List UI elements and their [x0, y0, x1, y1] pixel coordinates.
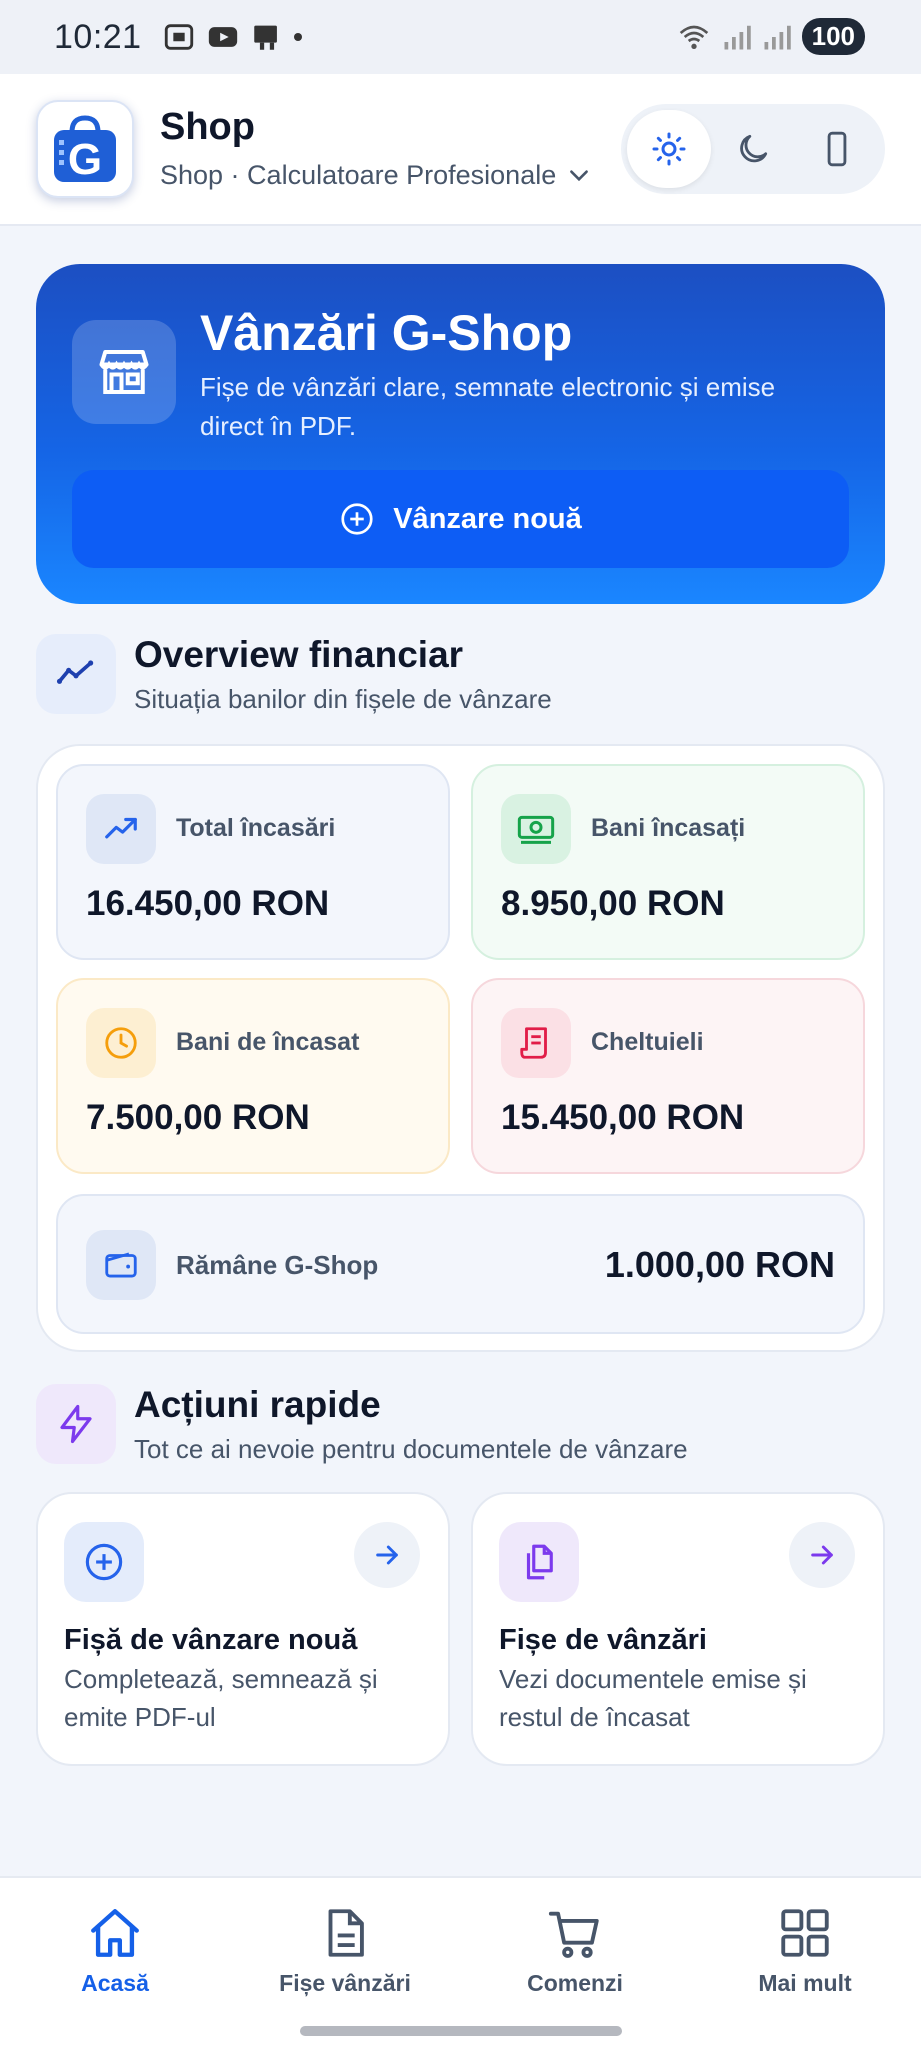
quick-action-icon-box: [64, 1522, 144, 1602]
nav-item-sale-sheets[interactable]: Fișe vânzări: [230, 1904, 460, 2014]
nav-label: Comenzi: [527, 1970, 623, 1996]
quick-action-arrow[interactable]: [354, 1522, 420, 1588]
theme-switch: [621, 104, 885, 194]
finance-card-value: 8.950,00 RON: [501, 884, 725, 923]
quick-action-sale-sheets[interactable]: Fișe de vânzări Vezi documentele emise ș…: [471, 1492, 885, 1766]
finance-remaining-value: 1.000,00 RON: [604, 1244, 835, 1285]
quick-actions-title: Acțiuni rapide: [134, 1384, 381, 1425]
finance-card-receivable[interactable]: Bani de încasat 7.500,00 RON: [56, 978, 450, 1174]
finance-card-remaining[interactable]: Rămâne G-Shop 1.000,00 RON: [56, 1194, 865, 1334]
finance-card-icon-box: [86, 1008, 156, 1078]
nav-label: Fișe vânzări: [279, 1970, 411, 1996]
grid-icon: [781, 1909, 829, 1957]
nav-item-orders[interactable]: Comenzi: [460, 1904, 690, 2014]
plus-circle-icon: [85, 1543, 123, 1581]
receipt-icon: [520, 1027, 547, 1059]
quick-actions-header: Acțiuni rapide Tot ce ai nevoie pentru d…: [36, 1384, 885, 1474]
files-icon: [526, 1544, 553, 1580]
plus-circle-icon: [341, 503, 373, 535]
quick-action-title: Fișe de vânzări: [499, 1624, 707, 1656]
trend-line-icon: [56, 660, 94, 684]
finance-card-value: 16.450,00 RON: [86, 884, 330, 923]
screenshot-icon: [164, 24, 193, 50]
finance-card-label: Cheltuieli: [591, 1028, 704, 1056]
quick-action-description: Completează, semnează și emite PDF-ul: [64, 1664, 378, 1732]
cart-icon: [548, 1911, 599, 1958]
finance-remaining-label: Rămâne G-Shop: [176, 1250, 379, 1280]
theme-dark-button[interactable]: [711, 110, 795, 188]
overview-title: Overview financiar: [134, 634, 464, 675]
overview-icon-box: [36, 634, 116, 714]
finance-card-label: Bani de încasat: [176, 1028, 360, 1056]
sun-icon: [652, 132, 686, 166]
nav-label: Mai mult: [758, 1970, 852, 1996]
hero-banner: Vânzări G-Shop Fișe de vânzări clare, se…: [36, 264, 885, 604]
finance-card-collected[interactable]: Bani încasați 8.950,00 RON: [471, 764, 865, 960]
youtube-icon: [208, 27, 237, 47]
document-icon: [328, 1909, 364, 1957]
finance-card-total[interactable]: Total încasări 16.450,00 RON: [56, 764, 450, 960]
store-icon: [99, 350, 149, 394]
quick-action-new-sale-sheet[interactable]: Fișă de vânzare nouă Completează, semnea…: [36, 1492, 450, 1766]
wifi-icon: [679, 25, 708, 49]
nav-label: Acasă: [81, 1970, 149, 1996]
app-header: G Shop Shop · Calculatoare Profesionale: [0, 74, 921, 226]
finance-card-expenses[interactable]: Cheltuieli 15.450,00 RON: [471, 978, 865, 1174]
shop-selector-label: Shop · Calculatoare Profesionale: [160, 160, 557, 190]
lightning-icon: [60, 1404, 92, 1444]
finance-card-label: Bani încasați: [591, 814, 746, 842]
new-sale-button[interactable]: Vânzare nouă: [72, 470, 849, 568]
overview-header: Overview financiar Situația banilor din …: [36, 634, 885, 724]
chevron-down-icon: [570, 169, 589, 181]
status-notification-icons: [162, 20, 284, 54]
theme-system-button[interactable]: [795, 110, 879, 188]
status-time: 10:21: [54, 17, 142, 56]
finance-card-label: Total încasări: [176, 814, 336, 842]
arrow-right-icon: [376, 1545, 398, 1565]
finance-card-value: 15.450,00 RON: [501, 1098, 745, 1137]
hero-icon-box: [72, 320, 176, 424]
battery-indicator: 100: [801, 18, 865, 55]
quick-action-icon-box: [499, 1522, 579, 1602]
finance-card-value: 7.500,00 RON: [86, 1098, 310, 1137]
status-bar: 10:21 100: [0, 0, 921, 74]
moon-icon: [740, 134, 768, 163]
app-title: Shop: [160, 106, 255, 148]
status-right-icons: 100: [676, 18, 865, 55]
quick-action-description: Vezi documentele emise și restul de înca…: [499, 1664, 807, 1732]
hero-description: Fișe de vânzări clare, semnate electroni…: [200, 372, 776, 441]
finance-card-icon-box: [501, 794, 571, 864]
finance-card-icon-box: [86, 794, 156, 864]
hero-title: Vânzări G-Shop: [200, 305, 573, 361]
banknote-icon: [517, 815, 555, 844]
shop-logo-icon: G: [54, 115, 116, 184]
quick-action-arrow[interactable]: [789, 1522, 855, 1588]
finance-card-icon-box: [86, 1230, 156, 1300]
clock-icon: [105, 1027, 137, 1059]
quick-action-title: Fișă de vânzare nouă: [64, 1624, 358, 1656]
nav-item-more[interactable]: Mai mult: [690, 1904, 920, 2014]
app-logo: G: [36, 100, 134, 198]
home-indicator[interactable]: [300, 2026, 622, 2036]
overview-subtitle: Situația banilor din fișele de vânzare: [134, 684, 552, 714]
new-sale-button-label: Vânzare nouă: [393, 502, 582, 535]
status-dot: [293, 33, 302, 41]
bottom-navigation: Acasă Fișe vânzări Comenzi Mai mult: [0, 1876, 921, 2048]
shop-selector[interactable]: Shop · Calculatoare Profesionale: [160, 160, 592, 191]
cast-icon: [253, 25, 277, 50]
finance-overview-panel: Total încasări 16.450,00 RON Bani încasa…: [36, 744, 885, 1352]
quick-actions-subtitle: Tot ce ai nevoie pentru documentele de v…: [134, 1434, 688, 1464]
signal-icon: [724, 25, 751, 49]
arrow-right-icon: [811, 1545, 833, 1565]
home-icon: [91, 1909, 139, 1957]
trending-up-icon: [105, 817, 137, 839]
svg-text:G: G: [68, 135, 102, 184]
theme-light-button[interactable]: [627, 110, 711, 188]
signal-icon-2: [764, 25, 791, 49]
nav-item-home[interactable]: Acasă: [0, 1904, 230, 2014]
quick-actions-icon-box: [36, 1384, 116, 1464]
finance-card-icon-box: [501, 1008, 571, 1078]
wallet-icon: [105, 1252, 137, 1278]
phone-icon: [827, 131, 847, 167]
